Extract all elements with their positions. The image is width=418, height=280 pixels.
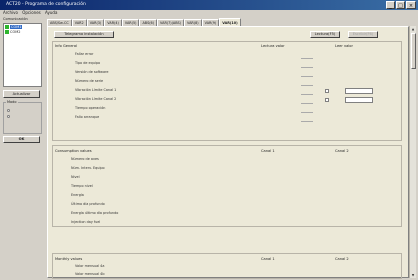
limit1-checkbox[interactable] [325, 89, 329, 93]
limit2-checkbox[interactable] [325, 98, 329, 102]
value-field [301, 118, 313, 122]
monthly-row: Valor mensual 4a [75, 264, 105, 268]
info-row: Versión de software [75, 70, 109, 74]
tab-5[interactable]: VAR(5) [121, 19, 140, 26]
port-icon [5, 29, 9, 34]
menu-archivo[interactable]: Archivo [3, 10, 18, 15]
monthly-col1: Canal 1 [261, 257, 275, 261]
info-row: Fallar error [75, 52, 94, 56]
value-field [301, 64, 313, 68]
monthly-col2: Canal 2 [335, 257, 349, 261]
title-bar: ACT20 - Programa de configuración _ □ × [0, 0, 418, 10]
tab-6[interactable]: ABS(6) [139, 19, 158, 26]
mode-group: Modo [3, 100, 42, 134]
value-field [301, 55, 313, 59]
info-row: Número de serie [75, 79, 104, 83]
consumption-row: Energía [71, 193, 84, 197]
info-row: Vibración Límite Canal 2 [75, 97, 117, 101]
port-tree[interactable]: COM1 COM2 [3, 23, 42, 87]
consumption-row: Último día profundo [71, 202, 105, 206]
mode-radio-1[interactable] [7, 109, 10, 112]
tab-2[interactable]: VAR2 [71, 19, 87, 26]
monthly-header: Monthly values [55, 257, 83, 261]
ok-button[interactable]: OK [3, 136, 40, 143]
actualizar-button[interactable]: Actualizar [3, 90, 40, 98]
tab-3[interactable]: VAR(3) [86, 19, 105, 26]
monthly-section: Monthly values Canal 1 Canal 2 Valor men… [52, 253, 402, 279]
tab-strip: ABS/Sw-CC VAR2 VAR(3) VAR(4) VAR(5) ABS(… [47, 18, 241, 26]
info-section: Info General Lectura valor Leer valor Fa… [52, 41, 402, 141]
close-button[interactable]: × [406, 1, 416, 9]
info-col2: Leer valor [335, 44, 353, 48]
maximize-button[interactable]: □ [396, 1, 405, 9]
consumption-row: Injection day fuel [71, 220, 101, 224]
value-field [301, 73, 313, 77]
menu-ayuda[interactable]: Ayuda [45, 10, 57, 15]
info-header: Info General [55, 44, 78, 48]
minimize-button[interactable]: _ [386, 1, 395, 9]
vertical-scrollbar[interactable]: ▲ ▼ [409, 26, 416, 278]
consumption-header: Consumption values [55, 149, 92, 153]
tab-10[interactable]: VAR(10) [219, 18, 241, 26]
consumption-col2: Canal 2 [335, 149, 349, 153]
tab-8[interactable]: VAR(8) [184, 19, 202, 26]
port-icon [5, 24, 9, 29]
monthly-row: Valor mensual 4b [75, 272, 105, 276]
tab-7[interactable]: VAR(7)(ABS) [157, 19, 184, 26]
consumption-row: Nivel [71, 175, 80, 179]
mode-radio-2[interactable] [7, 115, 10, 118]
left-panel: Comunicación COM1 COM2 Actualizar Modo O… [2, 16, 42, 278]
scroll-down-icon[interactable]: ▼ [410, 272, 416, 278]
tab-9[interactable]: VAR(9) [201, 19, 220, 26]
tab-panel: Telegrama instalación Lectura(F5) Escrib… [47, 26, 409, 279]
tab-1[interactable]: ABS/Sw-CC [47, 19, 72, 26]
value-field [301, 100, 313, 104]
value-field [301, 109, 313, 113]
info-row: Vibración Límite Canal 1 [75, 88, 117, 92]
value-field [301, 82, 313, 86]
read-button[interactable]: Lectura(F5) [310, 31, 340, 38]
info-col1: Lectura valor [261, 44, 285, 48]
limit1-input[interactable] [345, 88, 373, 94]
limit2-input[interactable] [345, 97, 373, 103]
value-field [301, 91, 313, 95]
communication-label: Comunicación [3, 17, 28, 21]
write-button[interactable]: Escribir(F6) [348, 31, 378, 38]
telegram-button[interactable]: Telegrama instalación [54, 31, 114, 38]
scroll-up-icon[interactable]: ▲ [410, 26, 416, 32]
window-title: ACT20 - Programa de configuración [6, 2, 86, 7]
main-area: ABS/Sw-CC VAR2 VAR(3) VAR(4) VAR(5) ABS(… [47, 16, 416, 279]
consumption-row: Núm. Interv. Equipo [71, 166, 105, 170]
consumption-section: Consumption values Canal 1 Canal 2 Númer… [52, 145, 402, 227]
consumption-row: Energía último día profundo [71, 211, 119, 215]
consumption-row: Número de aves [71, 157, 99, 161]
mode-label: Modo [6, 100, 18, 104]
info-row: Tiempo operación [75, 106, 106, 110]
menu-opciones[interactable]: Opciones [22, 10, 41, 15]
tree-node-com2[interactable]: COM2 [5, 29, 41, 34]
consumption-row: Tiempo nivel [71, 184, 93, 188]
tab-4[interactable]: VAR(4) [104, 19, 122, 26]
info-row: Tipo de equipo [75, 61, 101, 65]
consumption-col1: Canal 1 [261, 149, 275, 153]
scroll-thumb[interactable] [411, 33, 416, 69]
info-row: Fallo arranque [75, 115, 100, 119]
